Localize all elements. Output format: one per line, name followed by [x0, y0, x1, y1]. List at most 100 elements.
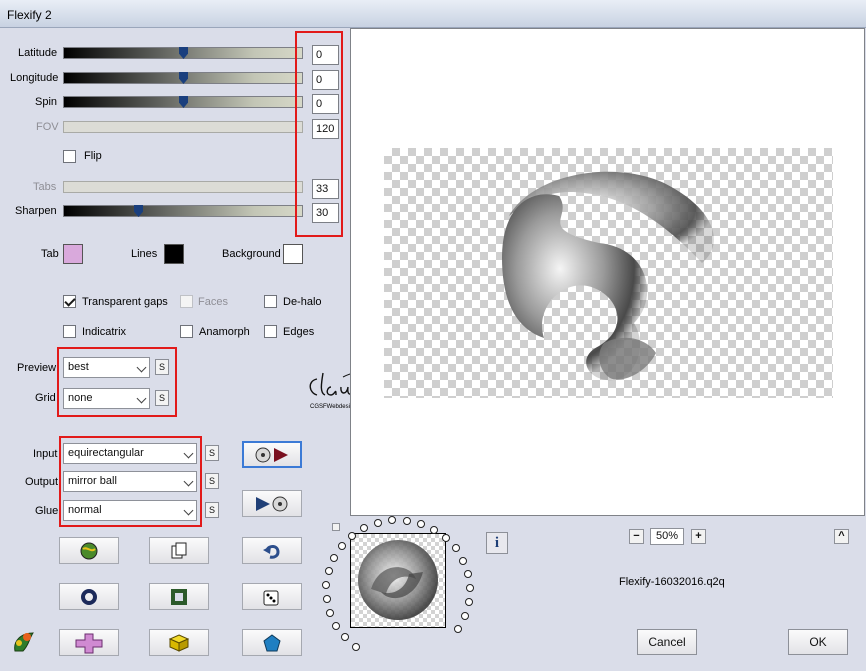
- convert-forward-button[interactable]: [242, 441, 302, 468]
- mirror-ball-preview-image: [502, 171, 714, 381]
- info-button[interactable]: i: [486, 532, 508, 554]
- ring-dot[interactable]: [322, 595, 331, 604]
- ring-dot[interactable]: [330, 553, 339, 562]
- ring-dot[interactable]: [332, 621, 341, 630]
- ring-dot[interactable]: [351, 642, 360, 651]
- zoom-level[interactable]: 50%: [650, 528, 684, 545]
- background-color-swatch[interactable]: [283, 244, 303, 264]
- ring-dot[interactable]: [451, 544, 460, 553]
- frame-icon: [171, 588, 187, 605]
- pentagon-icon: [263, 633, 281, 651]
- ring-dot[interactable]: [442, 533, 451, 542]
- longitude-thumb[interactable]: [179, 72, 188, 84]
- preview-canvas[interactable]: [350, 28, 865, 516]
- pentagon-button[interactable]: [242, 629, 302, 656]
- ring-dot[interactable]: [417, 519, 426, 528]
- randomize-button[interactable]: [59, 537, 119, 564]
- spin-thumb[interactable]: [179, 96, 188, 108]
- latitude-thumb[interactable]: [179, 47, 188, 59]
- ring-button[interactable]: [59, 583, 119, 610]
- faces-checkbox[interactable]: [180, 295, 193, 308]
- anamorph-checkbox[interactable]: [180, 325, 193, 338]
- ring-dot[interactable]: [402, 516, 411, 525]
- anamorph-label: Anamorph: [199, 326, 250, 338]
- thumb-corner-handle[interactable]: [332, 523, 340, 531]
- ring-dot[interactable]: [464, 598, 473, 607]
- input-s-button[interactable]: S: [205, 445, 219, 461]
- tab-color-label: Tab: [41, 248, 59, 260]
- ok-button[interactable]: OK: [788, 629, 848, 655]
- cross-button[interactable]: [59, 629, 119, 656]
- transparent-gaps-checkbox[interactable]: [63, 295, 76, 308]
- flexify-window: Flexify 2 Latitude 0 Longitude 0 Spin 0 …: [0, 0, 866, 671]
- background-color-label: Background: [222, 248, 281, 260]
- preview-label: Preview: [17, 362, 57, 374]
- preview-transparency-grid: [384, 148, 833, 398]
- faces-label: Faces: [198, 296, 228, 308]
- undo-button[interactable]: [242, 537, 302, 564]
- tabs-slider[interactable]: [63, 181, 303, 193]
- output-s-button[interactable]: S: [205, 473, 219, 489]
- flexify-logo-icon: [14, 632, 34, 652]
- cube-icon: [168, 633, 190, 652]
- sharpen-slider[interactable]: [63, 205, 303, 217]
- title-bar: Flexify 2: [0, 0, 866, 28]
- play-to-disc-icon: [256, 496, 288, 511]
- lines-color-swatch[interactable]: [164, 244, 184, 264]
- ring-dot[interactable]: [324, 566, 333, 575]
- highlight-preview-grid: [57, 347, 177, 417]
- ring-dot[interactable]: [388, 516, 397, 525]
- ring-dot[interactable]: [322, 580, 331, 589]
- thumbnail-image: [358, 540, 438, 620]
- tab-color-swatch[interactable]: [63, 244, 83, 264]
- cancel-button[interactable]: Cancel: [637, 629, 697, 655]
- ring-dot[interactable]: [338, 541, 347, 550]
- sharpen-thumb[interactable]: [134, 205, 143, 217]
- grid-label: Grid: [35, 392, 56, 404]
- glue-s-button[interactable]: S: [205, 502, 219, 518]
- convert-backward-button[interactable]: [242, 490, 302, 517]
- ring-dot[interactable]: [460, 611, 469, 620]
- zoom-out-button[interactable]: −: [629, 529, 644, 544]
- ring-dot[interactable]: [430, 525, 439, 534]
- longitude-label: Longitude: [10, 72, 59, 84]
- zoom-in-button[interactable]: +: [691, 529, 706, 544]
- copy-icon: [171, 542, 187, 558]
- ring-dot[interactable]: [360, 524, 369, 533]
- ring-dot[interactable]: [459, 556, 468, 565]
- cube-button[interactable]: [149, 629, 209, 656]
- frame-button[interactable]: [149, 583, 209, 610]
- spin-slider[interactable]: [63, 96, 303, 108]
- globe-icon: [80, 542, 98, 559]
- fov-label: FOV: [36, 121, 59, 133]
- latitude-label: Latitude: [18, 47, 58, 59]
- window-title: Flexify 2: [7, 8, 52, 22]
- ring-dot[interactable]: [340, 633, 349, 642]
- thumbnail-preview[interactable]: [350, 533, 446, 628]
- filter-logo: [11, 629, 39, 658]
- disc-to-play-icon: [255, 447, 288, 462]
- tabs-label: Tabs: [33, 181, 57, 193]
- edges-checkbox[interactable]: [264, 325, 277, 338]
- scroll-up-button[interactable]: ^: [834, 529, 849, 544]
- copy-button[interactable]: [149, 537, 209, 564]
- highlight-values: [295, 31, 343, 237]
- flip-checkbox[interactable]: [63, 150, 76, 163]
- ring-dot[interactable]: [464, 570, 473, 579]
- ring-dot[interactable]: [454, 624, 463, 633]
- spin-label: Spin: [35, 96, 58, 108]
- fov-slider[interactable]: [63, 121, 303, 133]
- sharpen-label: Sharpen: [15, 205, 57, 217]
- longitude-slider[interactable]: [63, 72, 303, 84]
- ring-dot[interactable]: [374, 518, 382, 527]
- ring-dot[interactable]: [325, 608, 334, 617]
- input-label: Input: [33, 448, 58, 460]
- latitude-slider[interactable]: [63, 47, 303, 59]
- undo-icon: [263, 544, 280, 559]
- ring-dot[interactable]: [465, 584, 474, 593]
- de-halo-checkbox[interactable]: [264, 295, 277, 308]
- ring-icon: [81, 588, 97, 605]
- dice-button[interactable]: [242, 583, 302, 610]
- glue-label: Glue: [35, 505, 59, 517]
- indicatrix-checkbox[interactable]: [63, 325, 76, 338]
